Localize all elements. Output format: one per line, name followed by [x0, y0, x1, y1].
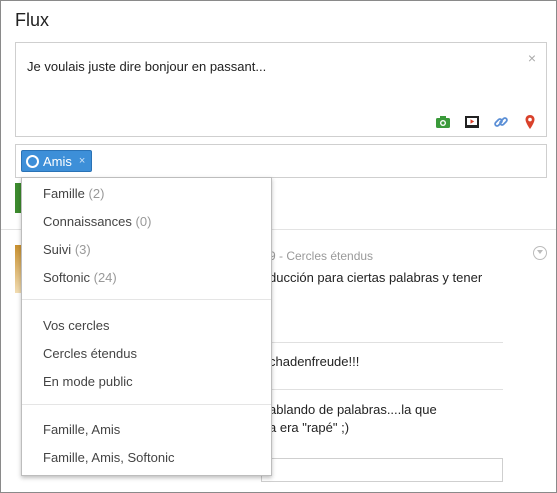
comment-input[interactable]	[261, 458, 503, 482]
dropdown-item-connaissances[interactable]: Connaissances (0)	[43, 214, 151, 229]
chip-label: Amis	[43, 153, 72, 169]
close-icon[interactable]: ×	[528, 51, 536, 65]
comment-divider	[259, 389, 503, 390]
comment-divider	[259, 342, 503, 343]
dropdown-item-famille-amis-softonic[interactable]: Famille, Amis, Softonic	[43, 450, 175, 465]
stream-panel: Flux Je voulais juste dire bonjour en pa…	[0, 0, 557, 493]
chip-remove-icon[interactable]: ×	[79, 155, 85, 167]
camera-icon[interactable]	[435, 114, 451, 130]
link-icon[interactable]	[493, 114, 509, 130]
comment-text: a era "rapé" ;)	[269, 420, 350, 435]
dropdown-item-mode-public[interactable]: En mode public	[43, 374, 133, 389]
composer-text[interactable]: Je voulais juste dire bonjour en passant…	[27, 59, 266, 74]
circles-dropdown: Famille (2) Connaissances (0) Suivi (3) …	[21, 177, 272, 476]
dropdown-divider	[22, 299, 271, 300]
composer-attachments	[435, 114, 538, 130]
dropdown-item-famille-amis[interactable]: Famille, Amis	[43, 422, 120, 437]
comment-text: ablando de palabras....la que	[269, 402, 437, 417]
location-pin-icon[interactable]	[522, 114, 538, 130]
post-text: ducción para ciertas palabras y tener	[269, 270, 483, 285]
dropdown-item-suivi[interactable]: Suivi (3)	[43, 242, 91, 257]
dropdown-item-vos-cercles[interactable]: Vos cercles	[43, 318, 109, 333]
post-composer[interactable]: Je voulais juste dire bonjour en passant…	[15, 42, 547, 137]
post-meta: 9 - Cercles étendus	[269, 249, 374, 263]
circle-chip-amis[interactable]: Amis ×	[21, 150, 93, 172]
comment-text: chadenfreude!!!	[269, 354, 360, 369]
dropdown-item-cercles-etendus[interactable]: Cercles étendus	[43, 346, 137, 361]
video-icon[interactable]	[464, 114, 480, 130]
dropdown-item-famille[interactable]: Famille (2)	[43, 186, 104, 201]
circle-icon	[26, 154, 39, 168]
dropdown-item-softonic[interactable]: Softonic (24)	[43, 270, 117, 285]
chevron-down-icon[interactable]	[533, 246, 547, 260]
dropdown-divider	[22, 404, 271, 405]
page-title: Flux	[15, 10, 50, 30]
share-recipients-field[interactable]: Amis ×	[15, 144, 547, 178]
